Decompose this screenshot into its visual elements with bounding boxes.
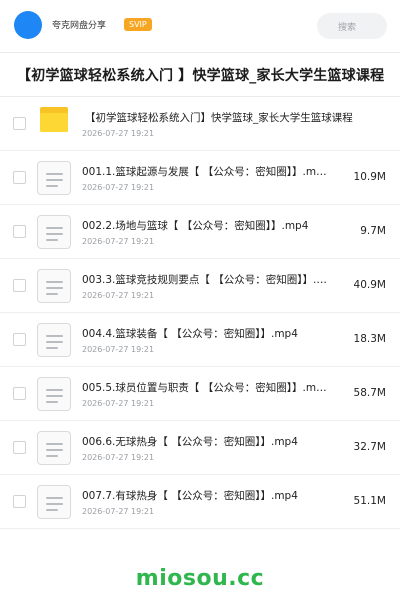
- list-item-file[interactable]: 005.5.球员位置与职责【 【公众号：密知圈】】.mp4 2026-07-27 …: [0, 367, 400, 421]
- file-size: 10.9M: [353, 171, 386, 183]
- file-name: 001.1.篮球起源与发展【 【公众号：密知圈】】.mp4: [82, 166, 328, 178]
- file-size: 9.7M: [360, 225, 386, 237]
- list-item-file[interactable]: 002.2.场地与篮球【 【公众号：密知圈】】.mp4 2026-07-27 19…: [0, 205, 400, 259]
- folder-date: 2026-07-27 19:21: [82, 129, 155, 138]
- file-size: 51.1M: [353, 495, 386, 507]
- svip-badge: SVIP: [124, 18, 152, 31]
- file-name: 003.3.篮球竞技规则要点【 【公众号：密知圈】】.mp4: [82, 274, 328, 286]
- search-box[interactable]: 搜索: [317, 13, 387, 39]
- list-item-file[interactable]: 001.1.篮球起源与发展【 【公众号：密知圈】】.mp4 2026-07-27 …: [0, 151, 400, 205]
- file-date: 2026-07-27 19:21: [82, 507, 155, 516]
- file-date: 2026-07-27 19:21: [82, 399, 155, 408]
- folder-icon: [40, 107, 68, 132]
- list-item-file[interactable]: 006.6.无球热身【 【公众号：密知圈】】.mp4 2026-07-27 19:…: [0, 421, 400, 475]
- folder-name: 【初学篮球轻松系统入门】快学篮球_家长大学生篮球课程: [85, 112, 353, 124]
- video-file-icon: [37, 323, 71, 357]
- file-name: 006.6.无球热身【 【公众号：密知圈】】.mp4: [82, 436, 298, 448]
- row-checkbox[interactable]: [13, 441, 26, 454]
- site-watermark: miosou.cc: [135, 566, 265, 591]
- file-size: 32.7M: [353, 441, 386, 453]
- list-item-file[interactable]: 004.4.篮球装备【 【公众号：密知圈】】.mp4 2026-07-27 19:…: [0, 313, 400, 367]
- username-label: 夸克网盘分享: [52, 21, 107, 31]
- row-checkbox[interactable]: [13, 495, 26, 508]
- search-placeholder: 搜索: [338, 23, 357, 33]
- header-divider: [0, 52, 400, 53]
- file-size: 40.9M: [353, 279, 386, 291]
- file-name: 007.7.有球热身【 【公众号：密知圈】】.mp4: [82, 490, 298, 502]
- file-date: 2026-07-27 19:21: [82, 453, 155, 462]
- video-file-icon: [37, 485, 71, 519]
- page-title: 【初学篮球轻松系统入门 】快学篮球_家长大学生篮球课程: [17, 68, 385, 84]
- video-file-icon: [37, 431, 71, 465]
- row-checkbox[interactable]: [13, 387, 26, 400]
- video-file-icon: [37, 215, 71, 249]
- row-checkbox[interactable]: [13, 171, 26, 184]
- file-date: 2026-07-27 19:21: [82, 291, 155, 300]
- list-item-folder[interactable]: 【初学篮球轻松系统入门】快学篮球_家长大学生篮球课程 2026-07-27 19…: [0, 97, 400, 151]
- file-date: 2026-07-27 19:21: [82, 183, 155, 192]
- file-name: 004.4.篮球装备【 【公众号：密知圈】】.mp4: [82, 328, 298, 340]
- top-header: 夸克网盘分享 SVIP 搜索: [0, 0, 400, 52]
- file-date: 2026-07-27 19:21: [82, 237, 155, 246]
- video-file-icon: [37, 377, 71, 411]
- video-file-icon: [37, 269, 71, 303]
- file-date: 2026-07-27 19:21: [82, 345, 155, 354]
- video-file-icon: [37, 161, 71, 195]
- row-checkbox[interactable]: [13, 117, 26, 130]
- row-checkbox[interactable]: [13, 225, 26, 238]
- list-item-file[interactable]: 007.7.有球热身【 【公众号：密知圈】】.mp4 2026-07-27 19:…: [0, 475, 400, 529]
- row-checkbox[interactable]: [13, 333, 26, 346]
- file-size: 58.7M: [353, 387, 386, 399]
- row-checkbox[interactable]: [13, 279, 26, 292]
- list-item-file[interactable]: 003.3.篮球竞技规则要点【 【公众号：密知圈】】.mp4 2026-07-27…: [0, 259, 400, 313]
- file-name: 005.5.球员位置与职责【 【公众号：密知圈】】.mp4: [82, 382, 328, 394]
- file-size: 18.3M: [353, 333, 386, 345]
- avatar[interactable]: [14, 11, 42, 39]
- file-name: 002.2.场地与篮球【 【公众号：密知圈】】.mp4: [82, 220, 309, 232]
